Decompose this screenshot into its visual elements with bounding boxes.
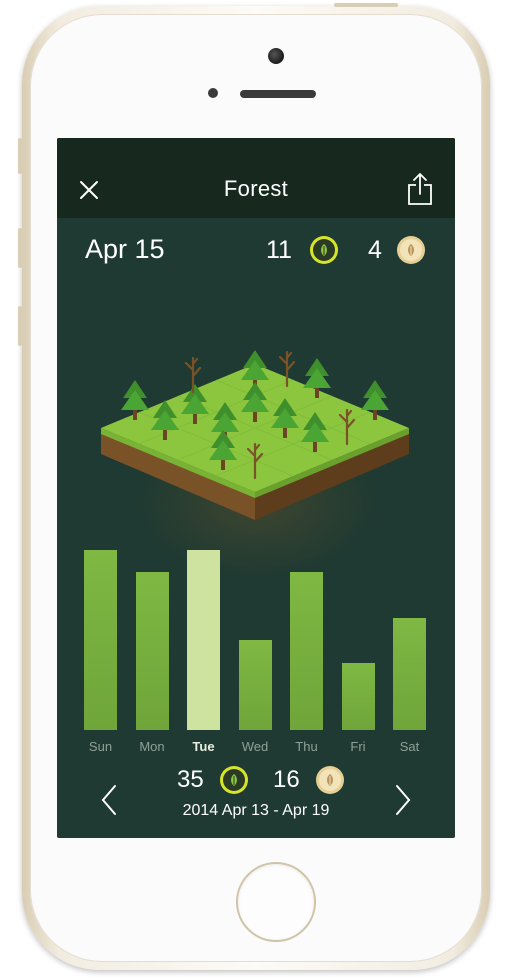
week-healthy-total: 35	[177, 766, 204, 793]
front-camera	[268, 48, 284, 64]
app-screen: Forest Apr 15 11 4 Sun Mon Tue Wed Thu F…	[57, 138, 455, 838]
bar-mon[interactable]	[135, 572, 169, 730]
app-title: Forest	[223, 176, 289, 201]
healthy-tree-count: 11	[266, 236, 292, 264]
day-label-sat[interactable]: Sat	[385, 739, 435, 754]
day-summary: Apr 15 11 4	[57, 218, 455, 278]
leaf-icon	[231, 774, 237, 786]
withered-leaf-icon	[327, 774, 333, 786]
bar-sat[interactable]	[393, 618, 426, 730]
chevron-right-icon	[396, 785, 411, 815]
withered-tree-badge	[397, 236, 425, 264]
next-week-button[interactable]	[393, 784, 413, 816]
healthy-tree-badge	[310, 236, 338, 264]
day-label-tue[interactable]: Tue	[179, 739, 229, 754]
bar-fri[interactable]	[341, 663, 375, 730]
withered-leaf-icon	[408, 244, 414, 256]
day-label-mon[interactable]: Mon	[127, 739, 177, 754]
bar-wed[interactable]	[238, 640, 272, 730]
volume-down-button	[18, 306, 22, 346]
power-button	[334, 3, 398, 7]
leaf-icon	[321, 244, 327, 256]
weekly-bar-chart	[57, 550, 455, 730]
selected-date: Apr 15	[85, 234, 165, 264]
bar-sun[interactable]	[84, 550, 117, 730]
earpiece-speaker	[240, 90, 316, 98]
home-button[interactable]	[236, 862, 316, 942]
share-button[interactable]	[407, 172, 433, 206]
volume-up-button	[18, 228, 22, 268]
week-summary: 35 16 2014 Apr 13 - Apr 19	[57, 762, 455, 832]
forest-island	[101, 350, 409, 520]
week-healthy-badge	[220, 766, 248, 794]
bar-thu[interactable]	[290, 572, 323, 730]
bar-tue[interactable]	[187, 550, 220, 730]
navigation-bar: Forest	[57, 138, 455, 218]
day-label-fri[interactable]: Fri	[333, 739, 383, 754]
share-icon	[408, 173, 432, 205]
withered-tree-count: 4	[368, 236, 382, 264]
day-label-wed[interactable]: Wed	[230, 739, 280, 754]
day-label-thu[interactable]: Thu	[282, 739, 332, 754]
week-withered-badge	[316, 766, 344, 794]
day-label-sun[interactable]: Sun	[76, 739, 126, 754]
week-withered-total: 16	[273, 766, 300, 793]
forest-illustration	[57, 318, 455, 578]
proximity-sensor	[208, 88, 218, 98]
mute-switch	[18, 138, 22, 174]
